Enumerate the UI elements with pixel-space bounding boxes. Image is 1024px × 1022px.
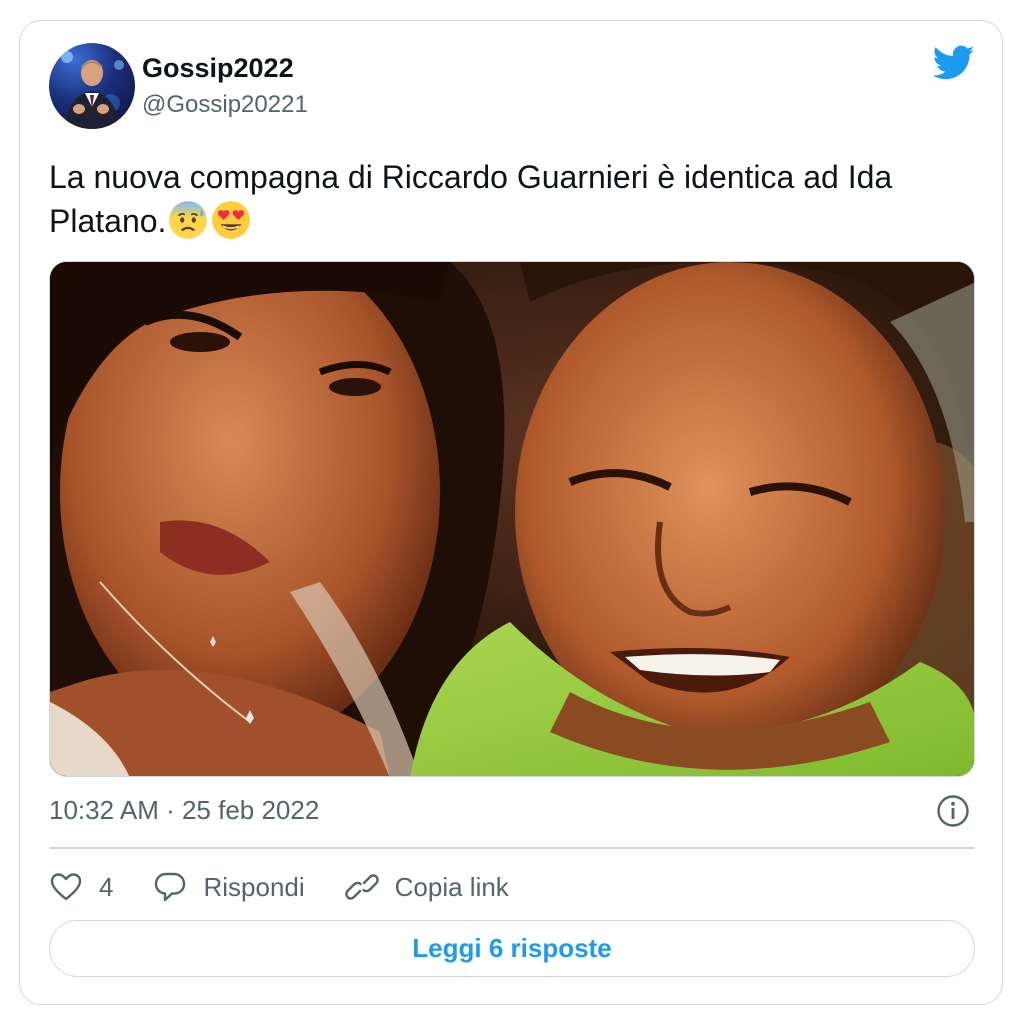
copy-link-label: Copia link — [394, 871, 509, 902]
tweet-timestamp[interactable]: 10:32 AM · 25 feb 2022 — [49, 795, 319, 826]
read-replies-button[interactable]: Leggi 6 risposte — [49, 920, 975, 977]
reply-button[interactable]: Rispondi — [153, 871, 305, 903]
user-avatar[interactable] — [49, 43, 135, 129]
smiling-face-with-heart-eyes-icon — [212, 201, 251, 239]
anxious-face-with-sweat-icon — [169, 201, 208, 239]
tweet-text: La nuova compagna di Riccardo Guarnieri … — [49, 155, 979, 243]
twitter-bird-icon[interactable] — [933, 45, 975, 81]
like-button[interactable]: 4 — [49, 872, 113, 903]
link-icon — [344, 874, 379, 900]
tweet-actions: 4 Rispondi Copia link — [49, 867, 549, 907]
copy-link-button[interactable]: Copia link — [344, 871, 509, 903]
reply-label: Rispondi — [203, 871, 305, 902]
like-count: 4 — [99, 871, 114, 902]
heart-icon — [50, 873, 82, 901]
tweet-media-photo[interactable] — [49, 261, 975, 777]
divider — [49, 847, 975, 849]
tweet-card: Gossip2022 @Gossip20221 La nuova compagn… — [19, 20, 1003, 1005]
info-icon[interactable] — [936, 794, 970, 828]
user-display-name[interactable]: Gossip2022 — [142, 53, 294, 84]
reply-bubble-icon — [155, 872, 186, 902]
user-handle[interactable]: @Gossip20221 — [142, 91, 308, 119]
